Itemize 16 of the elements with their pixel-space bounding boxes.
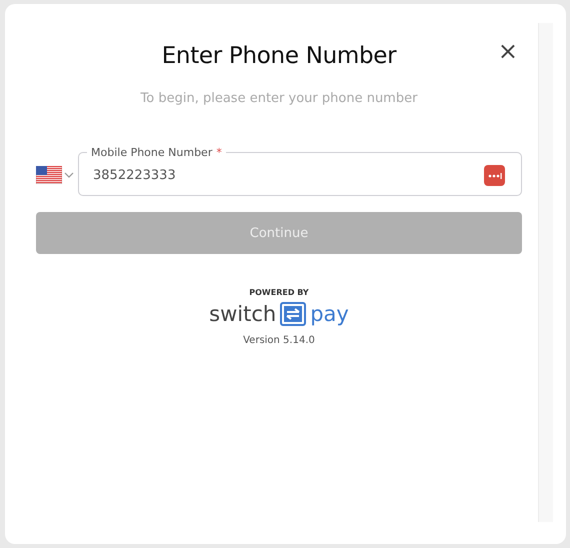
version-label: Version 5.14.0 [243,335,315,346]
flag-icon [36,166,62,184]
swap-arrows-icon [280,302,306,326]
chevron-down-icon [64,172,74,178]
powered-by-label: POWERED BY [249,288,309,297]
logo-text: pay [310,302,349,326]
close-button[interactable]: × [494,39,522,63]
logo-text: switch [209,302,276,326]
field-label: Mobile Phone Number [91,146,212,159]
password-manager-icon [484,164,505,186]
dialog-title: Enter Phone Number [162,43,396,69]
required-mark: * [216,146,222,159]
country-selector[interactable] [36,166,74,184]
dialog-subtitle: To begin, please enter your phone number [140,91,418,106]
phone-input[interactable]: 3852223333 [93,168,484,182]
phone-number-field[interactable]: Mobile Phone Number * 3852223333 [78,146,522,196]
